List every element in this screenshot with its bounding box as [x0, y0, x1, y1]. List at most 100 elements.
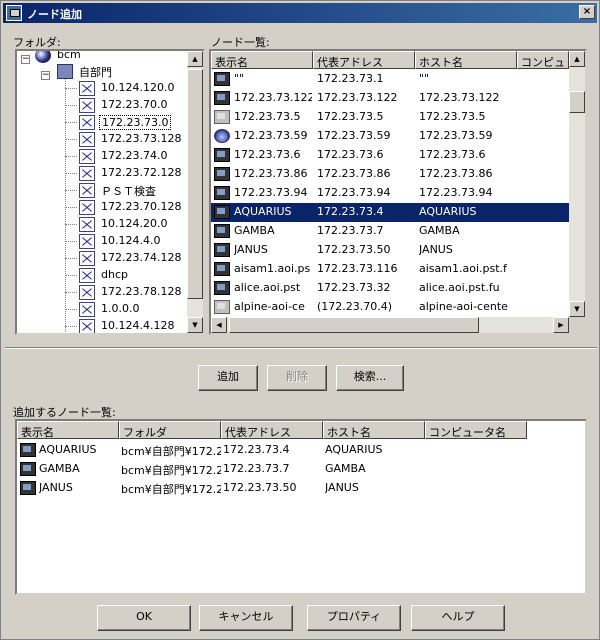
scroll-thumb[interactable]: [187, 69, 203, 299]
scroll-up-icon[interactable]: ▲: [187, 51, 203, 67]
tree-connector: [65, 173, 77, 174]
tree-connector: [65, 224, 77, 225]
search-button[interactable]: 検索...: [336, 365, 404, 391]
table-row[interactable]: AQUARIUS 172.23.73.4 AQUARIUS: [211, 203, 569, 222]
table-cell: AQUARIUS: [419, 205, 477, 218]
cancel-button[interactable]: キャンセル: [199, 605, 293, 631]
table-row[interactable]: 172.23.73.86 172.23.73.86 172.23.73.86: [211, 165, 569, 184]
node-list-label: ノード一覧:: [211, 36, 270, 49]
column-header[interactable]: 表示名: [211, 51, 313, 69]
scroll-thumb[interactable]: [229, 317, 479, 333]
tree-node-label: 10.124.20.0: [101, 217, 168, 230]
table-row[interactable]: 172.23.73.59 172.23.73.59 172.23.73.59: [211, 127, 569, 146]
table-cell: 172.23.73.4: [223, 443, 290, 456]
column-header[interactable]: コンピュータ名: [425, 421, 527, 439]
computer-icon: [214, 110, 230, 124]
column-header[interactable]: ホスト名: [415, 51, 517, 69]
network-segment-icon: [79, 302, 95, 317]
tree-connector: [65, 241, 77, 242]
table-cell: 172.23.73.59: [419, 129, 493, 142]
scroll-left-icon[interactable]: ◀: [211, 317, 227, 333]
table-row[interactable]: 172.23.73.94 172.23.73.94 172.23.73.94: [211, 184, 569, 203]
table-cell: 172.23.73.50: [317, 243, 391, 256]
table-row[interactable]: alpine-aoi-ce (172.23.70.4) alpine-aoi-cen…: [211, 298, 569, 317]
column-header[interactable]: ホスト名: [323, 421, 425, 439]
splitter-divider[interactable]: [5, 347, 597, 349]
network-segment-icon: [79, 81, 95, 96]
table-cell: 172.23.73.6: [317, 148, 384, 161]
scroll-right-icon[interactable]: ▶: [553, 317, 569, 333]
table-cell: 172.23.73.5: [317, 110, 384, 123]
column-header[interactable]: 代表アドレス: [221, 421, 323, 439]
table-cell: 172.23.73.94: [419, 186, 493, 199]
column-header[interactable]: フォルダ: [119, 421, 221, 439]
tree-node-label: dhcp: [101, 268, 128, 281]
scroll-up-icon[interactable]: ▲: [569, 51, 585, 67]
tree-connector: [65, 122, 77, 123]
scroll-corner: [569, 317, 585, 333]
tree-node-label: 10.124.4.0: [101, 234, 161, 247]
table-row[interactable]: "" 172.23.73.1 "": [211, 70, 569, 89]
table-row[interactable]: JANUS bcm¥自部門¥172.2 172.23.73.50 JANUS: [17, 479, 585, 498]
folder-tree[interactable]: − bcm − 自部門 10.124.120.0 172.23.70.0 172.2…: [15, 49, 205, 335]
tree-connector: [65, 105, 77, 106]
table-cell: 172.23.73.5: [419, 110, 486, 123]
table-row[interactable]: JANUS 172.23.73.50 JANUS: [211, 241, 569, 260]
node-list[interactable]: 表示名 代表アドレス ホスト名 コンピュ "" 172.23.73.1 "" 172.23.…: [209, 49, 587, 335]
table-cell: alpine-aoi-cente: [419, 300, 508, 313]
computer-icon: [214, 281, 230, 295]
root-collapse-icon[interactable]: −: [21, 55, 30, 64]
table-row[interactable]: GAMBA 172.23.73.7 GAMBA: [211, 222, 569, 241]
properties-button[interactable]: プロパティ: [307, 605, 401, 631]
group-collapse-icon[interactable]: −: [41, 71, 50, 80]
table-cell: 172.23.73.86: [419, 167, 493, 180]
table-row[interactable]: 172.23.73.6 172.23.73.6 172.23.73.6: [211, 146, 569, 165]
table-cell: alice.aoi.pst: [234, 281, 301, 294]
computer-icon: [214, 91, 230, 105]
column-header[interactable]: コンピュ: [517, 51, 569, 69]
table-cell: JANUS: [39, 481, 73, 494]
scroll-down-icon[interactable]: ▼: [187, 317, 203, 333]
network-segment-icon: [79, 166, 95, 181]
app-icon: [6, 5, 22, 21]
globe-icon: [35, 51, 51, 63]
node-vertical-scrollbar[interactable]: ▲ ▼: [569, 51, 585, 317]
scroll-thumb[interactable]: [569, 91, 585, 113]
tree-node-label: 10.124.120.0: [101, 81, 175, 94]
scroll-down-icon[interactable]: ▼: [569, 301, 585, 317]
column-header[interactable]: 表示名: [17, 421, 119, 439]
table-cell: bcm¥自部門¥172.2: [121, 483, 221, 496]
table-cell: 172.23.73.122: [317, 91, 398, 104]
table-cell: 172.23.73.116: [317, 262, 398, 275]
table-row[interactable]: 172.23.73.122 172.23.73.122 172.23.73.122: [211, 89, 569, 108]
node-list-rows: "" 172.23.73.1 "" 172.23.73.122 172.23.73.12…: [211, 70, 569, 317]
add-button[interactable]: 追加: [198, 365, 258, 391]
table-row[interactable]: 172.23.73.5 172.23.73.5 172.23.73.5: [211, 108, 569, 127]
delete-button[interactable]: 削除: [267, 365, 327, 391]
table-row[interactable]: AQUARIUS bcm¥自部門¥172.2 172.23.73.4 AQUARIUS: [17, 441, 585, 460]
table-cell: bcm¥自部門¥172.2: [121, 464, 221, 477]
table-cell: 172.23.73.59: [234, 129, 308, 142]
tree-connector: [65, 275, 77, 276]
ok-button[interactable]: OK: [97, 605, 191, 631]
node-horizontal-scrollbar[interactable]: ◀ ▶: [211, 317, 569, 333]
tree-node-label: 172.23.74.0: [101, 149, 168, 162]
column-header[interactable]: 代表アドレス: [313, 51, 415, 69]
table-row[interactable]: aisam1.aoi.ps 172.23.73.116 aisam1.aoi.pst…: [211, 260, 569, 279]
folder-vertical-scrollbar[interactable]: ▲ ▼: [187, 51, 203, 333]
table-cell: JANUS: [419, 243, 453, 256]
title-bar[interactable]: ノード追加 ×: [3, 3, 597, 23]
table-row[interactable]: alice.aoi.pst 172.23.73.32 alice.aoi.pst.f…: [211, 279, 569, 298]
network-segment-icon: [79, 319, 95, 333]
added-nodes-label: 追加するノード一覧:: [13, 406, 116, 419]
added-nodes-list[interactable]: 表示名 フォルダ 代表アドレス ホスト名 コンピュータ名 AQUARIUS bcm¥自部門…: [15, 419, 587, 595]
tree-node-label: 172.23.73.128: [101, 132, 182, 145]
computer-icon: [214, 72, 230, 86]
close-button[interactable]: ×: [579, 5, 595, 19]
help-button[interactable]: ヘルプ: [411, 605, 505, 631]
network-segment-icon: [79, 98, 95, 113]
table-cell: aisam1.aoi.pst.f: [419, 262, 507, 275]
table-row[interactable]: GAMBA bcm¥自部門¥172.2 172.23.73.7 GAMBA: [17, 460, 585, 479]
computer-icon: [214, 167, 230, 181]
table-cell: GAMBA: [325, 462, 366, 475]
